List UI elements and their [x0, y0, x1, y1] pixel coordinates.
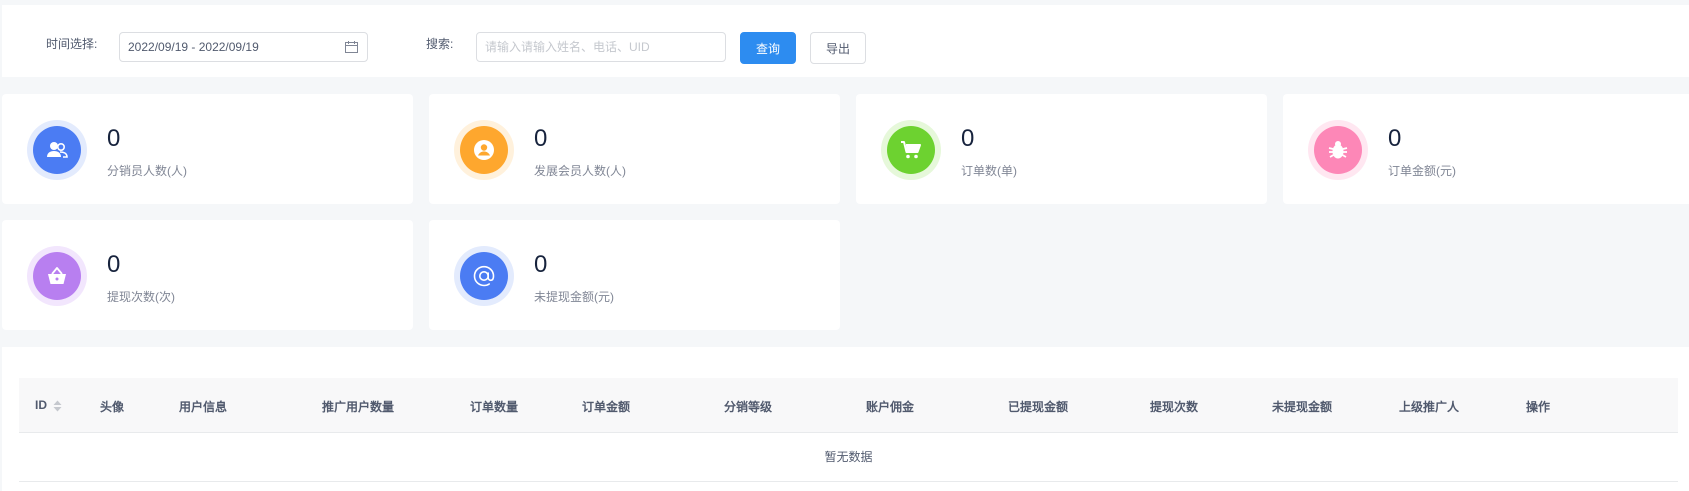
stat-value: 0 [961, 125, 975, 152]
users-icon [33, 126, 81, 174]
column-header: 头像 [100, 400, 125, 414]
stat-value: 0 [534, 125, 548, 152]
icon-ring [27, 120, 87, 180]
stat-label: 订单数(单) [961, 164, 1017, 178]
column-header: 账户佣金 [866, 400, 915, 414]
icon-ring [454, 246, 514, 306]
time-label: 时间选择: [46, 37, 98, 51]
column-header: 提现次数 [1150, 400, 1199, 414]
search-input[interactable] [476, 32, 726, 62]
export-button[interactable]: 导出 [810, 32, 866, 64]
stat-value: 0 [107, 125, 121, 152]
column-header: 分销等级 [724, 400, 773, 414]
column-header: 操作 [1526, 400, 1551, 414]
at-icon [460, 252, 508, 300]
stat-value: 0 [107, 251, 121, 278]
icon-ring [881, 120, 941, 180]
column-header-id[interactable]: ID [35, 398, 62, 412]
stat-card-distributors: 0 分销员人数(人) [2, 94, 413, 204]
search-label: 搜索: [426, 37, 454, 51]
stat-label: 分销员人数(人) [107, 164, 187, 178]
sort-icon[interactable] [53, 400, 62, 412]
stat-label: 提现次数(次) [107, 290, 175, 304]
data-table: ID 头像 用户信息 推广用户数量 订单数量 订单金额 分销等级 账户佣金 已提… [2, 347, 1689, 491]
column-header: 订单金额 [582, 400, 631, 414]
date-range-value: 2022/09/19 - 2022/09/19 [128, 40, 259, 54]
stat-card-members: 0 发展会员人数(人) [429, 94, 840, 204]
stat-label: 订单金额(元) [1388, 164, 1456, 178]
column-header: 上级推广人 [1399, 400, 1460, 414]
basket-icon [33, 252, 81, 300]
stat-label: 发展会员人数(人) [534, 164, 626, 178]
calendar-icon [345, 41, 358, 53]
stat-card-orders: 0 订单数(单) [856, 94, 1267, 204]
column-header: 推广用户数量 [322, 400, 395, 414]
stat-card-withdraw-count: 0 提现次数(次) [2, 220, 413, 330]
stat-card-order-amount: 0 订单金额(元) [1283, 94, 1689, 204]
empty-state: 暂无数据 [19, 433, 1678, 482]
table-header: ID 头像 用户信息 推广用户数量 订单数量 订单金额 分销等级 账户佣金 已提… [19, 378, 1678, 433]
stat-value: 0 [1388, 125, 1402, 152]
icon-ring [454, 120, 514, 180]
bug-icon [1314, 126, 1362, 174]
stat-value: 0 [534, 251, 548, 278]
date-range-picker[interactable]: 2022/09/19 - 2022/09/19 [119, 32, 368, 62]
column-header: 订单数量 [470, 400, 519, 414]
filter-bar: 时间选择: 2022/09/19 - 2022/09/19 搜索: 查询 导出 [2, 5, 1689, 77]
column-header: 已提现金额 [1008, 400, 1069, 414]
column-header: 用户信息 [179, 400, 228, 414]
column-header: 未提现金额 [1272, 400, 1333, 414]
cart-icon [887, 126, 935, 174]
stat-card-unwithdrawn: 0 未提现金额(元) [429, 220, 840, 330]
stat-label: 未提现金额(元) [534, 290, 614, 304]
icon-ring [27, 246, 87, 306]
user-circle-icon [460, 126, 508, 174]
query-button[interactable]: 查询 [740, 32, 796, 64]
icon-ring [1308, 120, 1368, 180]
